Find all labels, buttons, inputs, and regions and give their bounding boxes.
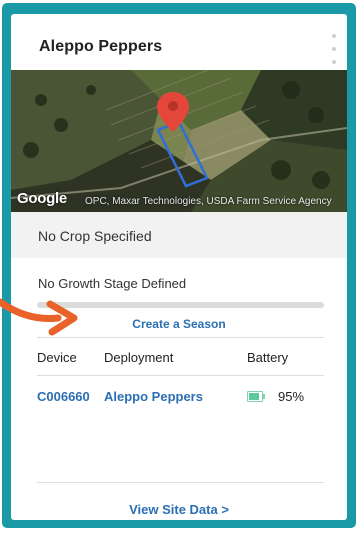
map-attribution: OPC, Maxar Technologies, USDA Farm Servi… — [85, 196, 332, 207]
growth-progress-bar — [37, 302, 324, 308]
crop-label: No Crop Specified — [38, 228, 152, 244]
column-header-deployment: Deployment — [104, 350, 174, 365]
growth-stage-label: No Growth Stage Defined — [38, 276, 187, 291]
crop-section: No Crop Specified — [11, 212, 347, 258]
view-site-data-link[interactable]: View Site Data > — [11, 502, 347, 517]
vertical-ellipsis-icon[interactable] — [329, 34, 339, 64]
device-link[interactable]: C006660 — [37, 389, 90, 404]
card-title: Aleppo Peppers — [39, 38, 163, 55]
create-season-link[interactable]: Create a Season — [11, 317, 347, 331]
site-card: Aleppo Peppers Google OPC, Maxar Technol… — [11, 14, 347, 520]
deployment-link[interactable]: Aleppo Peppers — [104, 389, 203, 404]
satellite-map[interactable]: Google OPC, Maxar Technologies, USDA Far… — [11, 70, 347, 212]
divider — [37, 482, 324, 483]
divider — [37, 375, 324, 376]
column-header-battery: Battery — [247, 350, 289, 365]
battery-icon — [247, 391, 265, 402]
battery-percentage: 95% — [278, 389, 305, 404]
column-header-device: Device — [37, 350, 77, 365]
google-logo: Google — [17, 190, 67, 207]
divider — [37, 337, 324, 338]
